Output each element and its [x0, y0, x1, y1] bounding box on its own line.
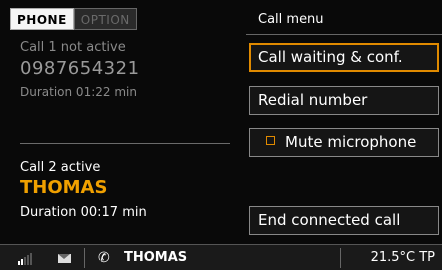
call1-number: 0987654321	[20, 58, 140, 79]
mute-microphone-label: Mute microphone	[285, 133, 417, 151]
phone-handset-icon: ✆	[98, 250, 110, 266]
signal-strength-icon	[18, 253, 32, 265]
call1-duration: Duration 01:22 min	[20, 85, 137, 99]
temperature-readout: 21.5°C TP	[370, 250, 435, 265]
tab-phone[interactable]: PHONE	[10, 8, 74, 30]
redial-number-button[interactable]: Redial number	[249, 86, 439, 115]
envelope-icon	[58, 254, 71, 263]
status-divider	[340, 248, 341, 268]
calls-divider	[20, 143, 230, 144]
status-divider	[84, 248, 85, 268]
menu-title-underline	[246, 34, 442, 35]
status-caller-name: THOMAS	[124, 250, 188, 265]
call2-duration: Duration 00:17 min	[20, 205, 147, 220]
tab-option[interactable]: OPTION	[73, 8, 137, 30]
phone-screen: PHONE OPTION Call 1 not active 098765432…	[0, 0, 442, 270]
mute-checkbox-icon[interactable]	[266, 136, 275, 145]
status-bar: ✆ THOMAS 21.5°C TP	[0, 244, 442, 270]
tab-bar: PHONE OPTION	[10, 8, 137, 30]
call2-status: Call 2 active	[20, 160, 101, 175]
call-waiting-conf-button[interactable]: Call waiting & conf.	[249, 43, 439, 72]
end-connected-call-button[interactable]: End connected call	[249, 206, 439, 235]
menu-title: Call menu	[258, 12, 324, 27]
call2-name: THOMAS	[20, 177, 108, 198]
call1-status: Call 1 not active	[20, 40, 126, 55]
mute-microphone-button[interactable]: Mute microphone	[249, 128, 439, 157]
